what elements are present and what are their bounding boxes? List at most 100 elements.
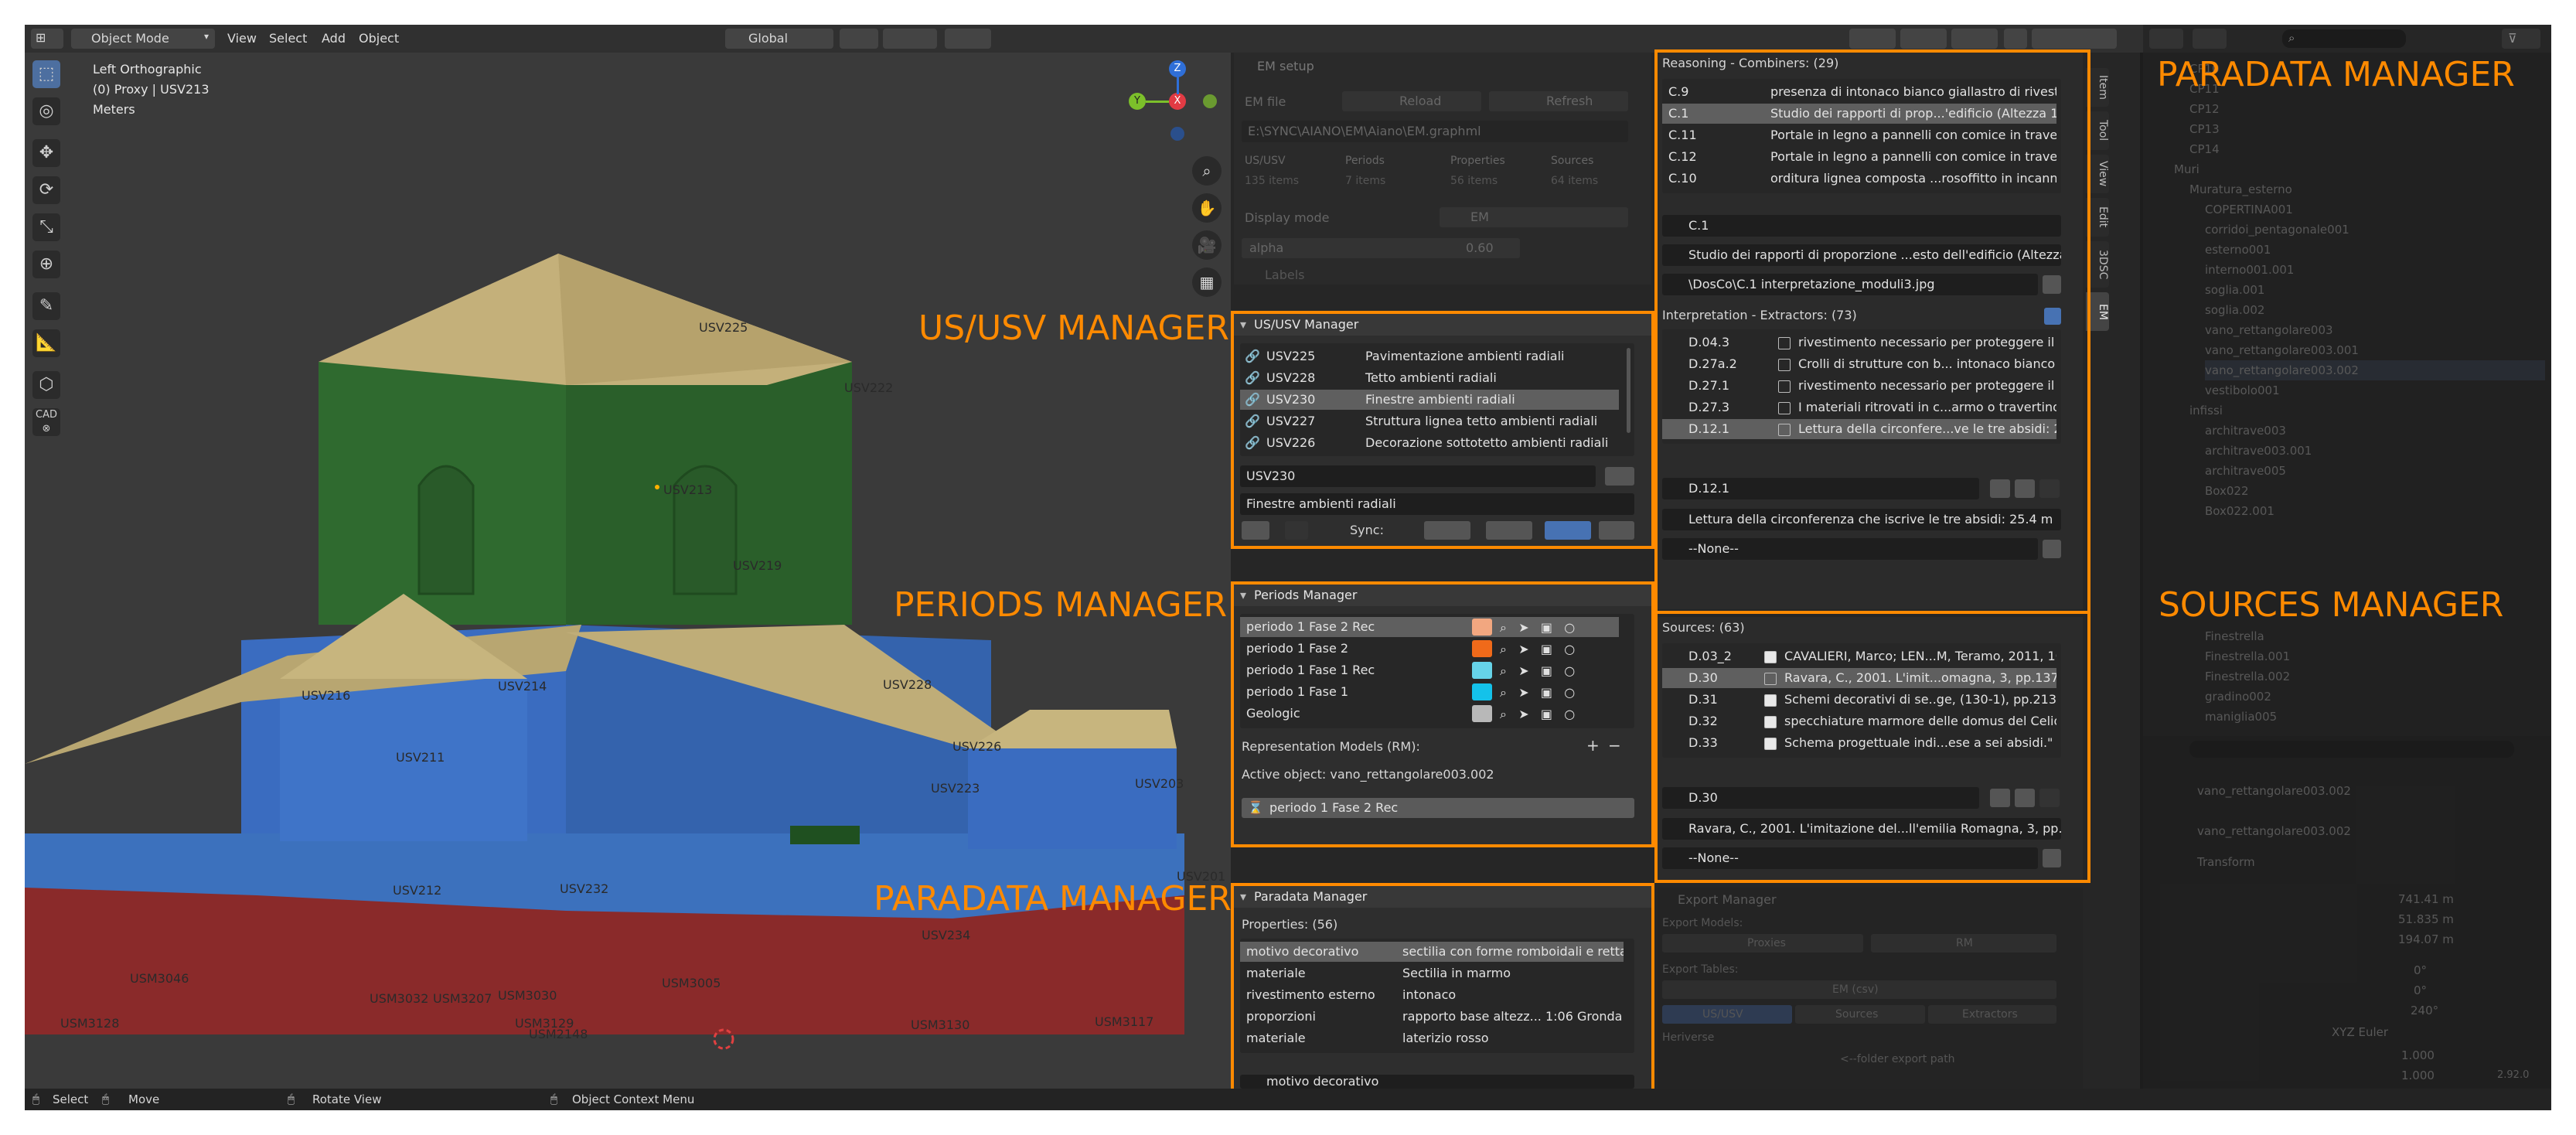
label-usv226: USV226 xyxy=(952,739,1002,754)
status-context: Object Context Menu xyxy=(572,1092,695,1106)
tower-roof-shade xyxy=(558,254,852,385)
proportional-edit-button[interactable] xyxy=(945,29,991,49)
proxies-label: Proxies xyxy=(1747,937,1786,949)
display-mode-value: EM xyxy=(1470,210,1489,224)
col-sources: Sources xyxy=(1551,155,1594,167)
em-setup-title[interactable]: EM setup xyxy=(1257,59,1314,74)
outliner-area: ⌕ ⊽ CP10 CP11 CP12 CP13 CP14 Muri Muratu… xyxy=(2143,25,2551,1089)
menu-add[interactable]: Add xyxy=(322,31,346,46)
overlay-button[interactable] xyxy=(1951,29,1998,49)
em-setup-panel: EM setup EM file Reload Refresh E:\SYNC\… xyxy=(1234,53,1651,285)
label-usv211: USV211 xyxy=(396,750,445,765)
refresh-button[interactable]: Refresh xyxy=(1489,91,1628,111)
label-usv223: USV223 xyxy=(931,781,980,796)
label-usv212: USV212 xyxy=(393,883,442,898)
alpha-slider[interactable]: alpha 0.60 xyxy=(1242,238,1520,258)
orientation-dropdown[interactable]: Global xyxy=(725,29,833,49)
callout-periods-manager: PERIODS MANAGER xyxy=(894,585,1228,625)
paradata-right-highlight xyxy=(1654,49,2090,614)
mode-dropdown[interactable]: Object Mode ▾ xyxy=(71,29,215,49)
export-manager-title[interactable]: Export Manager xyxy=(1678,892,1777,908)
editor-type-button[interactable]: ⊞ xyxy=(31,29,63,49)
display-mode-label: Display mode xyxy=(1245,210,1330,225)
heriverse-label: Heriverse xyxy=(1662,1031,1715,1044)
snap-button[interactable] xyxy=(883,29,937,49)
em-json-label: EM (csv) xyxy=(1832,983,1879,996)
tower-window-left xyxy=(417,465,475,595)
count-sources: 64 items xyxy=(1551,175,1599,187)
paradata-manager-highlight xyxy=(1231,883,1654,1092)
callout-sources-manager: SOURCES MANAGER xyxy=(2159,585,2504,625)
alpha-label: alpha xyxy=(1249,240,1284,255)
viewport-header: ⊞ Object Mode ▾ View Select Add Object G… xyxy=(25,25,1231,53)
label-usm3030: USM3030 xyxy=(498,988,557,1003)
col-ususv: US/USV xyxy=(1245,155,1286,167)
gizmo-button[interactable] xyxy=(1900,29,1947,49)
status-rotate: Rotate View xyxy=(312,1092,382,1106)
label-usm3032: USM3032 xyxy=(370,991,429,1006)
label-usv203: USV203 xyxy=(1135,776,1184,791)
alpha-value: 0.60 xyxy=(1466,240,1494,255)
rm-export-label: RM xyxy=(1956,937,1973,949)
xray-button[interactable] xyxy=(2004,29,2027,49)
label-usm3005: USM3005 xyxy=(662,976,721,990)
tab-extractors-label: Extractors xyxy=(1962,1008,2018,1021)
editor-type-icon: ⊞ xyxy=(36,30,46,45)
em-file-label: EM file xyxy=(1245,94,1286,109)
export-tab-extractors[interactable]: Extractors xyxy=(1928,1005,2056,1024)
export-proxies-button[interactable]: Proxies xyxy=(1662,934,1863,953)
labels-label: Labels xyxy=(1265,268,1305,282)
label-usm3128: USM3128 xyxy=(60,1016,120,1031)
tab-ususv-label: US/USV xyxy=(1702,1008,1743,1021)
menu-select[interactable]: Select xyxy=(269,31,307,46)
display-mode-dropdown[interactable]: EM xyxy=(1440,207,1628,227)
folder-path-label: <--folder export path xyxy=(1840,1053,1955,1065)
status-select: Select xyxy=(53,1092,89,1106)
label-usv234: USV234 xyxy=(922,928,971,942)
mouse-right-icon: 🖱 xyxy=(288,1092,295,1106)
label-usv213: USV213 xyxy=(663,482,713,497)
menu-view[interactable]: View xyxy=(227,31,257,46)
em-file-path[interactable]: E:\SYNC\AIANO\EM\Aiano\EM.graphml xyxy=(1242,121,1628,142)
orientation-label: Global xyxy=(748,31,789,46)
label-usm2148: USM2148 xyxy=(529,1027,588,1041)
reload-button[interactable]: Reload xyxy=(1342,91,1481,111)
label-usv214: USV214 xyxy=(498,679,547,694)
3d-viewport[interactable]: Left Orthographic (0) Proxy | USV213 Met… xyxy=(25,53,1231,1089)
status-bar: 🖱 Select 🖱 Move 🖱 Rotate View 🖱 Object C… xyxy=(25,1089,2551,1110)
export-tab-ususv[interactable]: US/USV xyxy=(1662,1005,1792,1024)
reload-label: Reload xyxy=(1399,94,1442,108)
periods-manager-highlight xyxy=(1231,581,1654,847)
sources-right-highlight xyxy=(1654,611,2090,883)
right-annex xyxy=(968,748,1177,849)
label-usv228: USV228 xyxy=(883,677,932,692)
label-usm3130: USM3130 xyxy=(911,1017,970,1032)
export-tab-sources[interactable]: Sources xyxy=(1795,1005,1925,1024)
blender-window: ⊞ Object Mode ▾ View Select Add Object G… xyxy=(25,25,2551,1110)
origin-dot xyxy=(655,485,659,489)
tab-sources-label: Sources xyxy=(1835,1008,1879,1021)
label-usv232: USV232 xyxy=(560,881,609,896)
menu-object[interactable]: Object xyxy=(359,31,399,46)
bench xyxy=(790,826,860,844)
mouse-context-icon: 🖱 xyxy=(550,1092,558,1106)
mouse-middle-icon: 🖱 xyxy=(102,1092,110,1106)
export-em-json-button[interactable]: EM (csv) xyxy=(1662,980,2056,999)
visibility-button[interactable] xyxy=(1849,29,1896,49)
outliner-dim-overlay xyxy=(2143,25,2551,1089)
scene-model[interactable] xyxy=(25,53,1231,1089)
callout-paradata-manager-left: PARADATA MANAGER xyxy=(874,879,1231,919)
label-usm3046: USM3046 xyxy=(130,971,189,986)
pivot-button[interactable] xyxy=(840,29,878,49)
n-panel: EM setup EM file Reload Refresh E:\SYNC\… xyxy=(1231,49,2140,1092)
export-tables-label: Export Tables: xyxy=(1662,963,1739,976)
chevron-down-icon: ▾ xyxy=(203,31,209,42)
label-usm3117: USM3117 xyxy=(1095,1014,1154,1029)
col-properties: Properties xyxy=(1450,155,1505,167)
count-properties: 56 items xyxy=(1450,175,1498,187)
label-usv225: USV225 xyxy=(699,320,748,335)
export-rm-button[interactable]: RM xyxy=(1871,934,2056,953)
us-manager-highlight xyxy=(1231,311,1654,549)
shading-buttons[interactable] xyxy=(2032,29,2117,49)
count-periods: 7 items xyxy=(1345,175,1386,187)
